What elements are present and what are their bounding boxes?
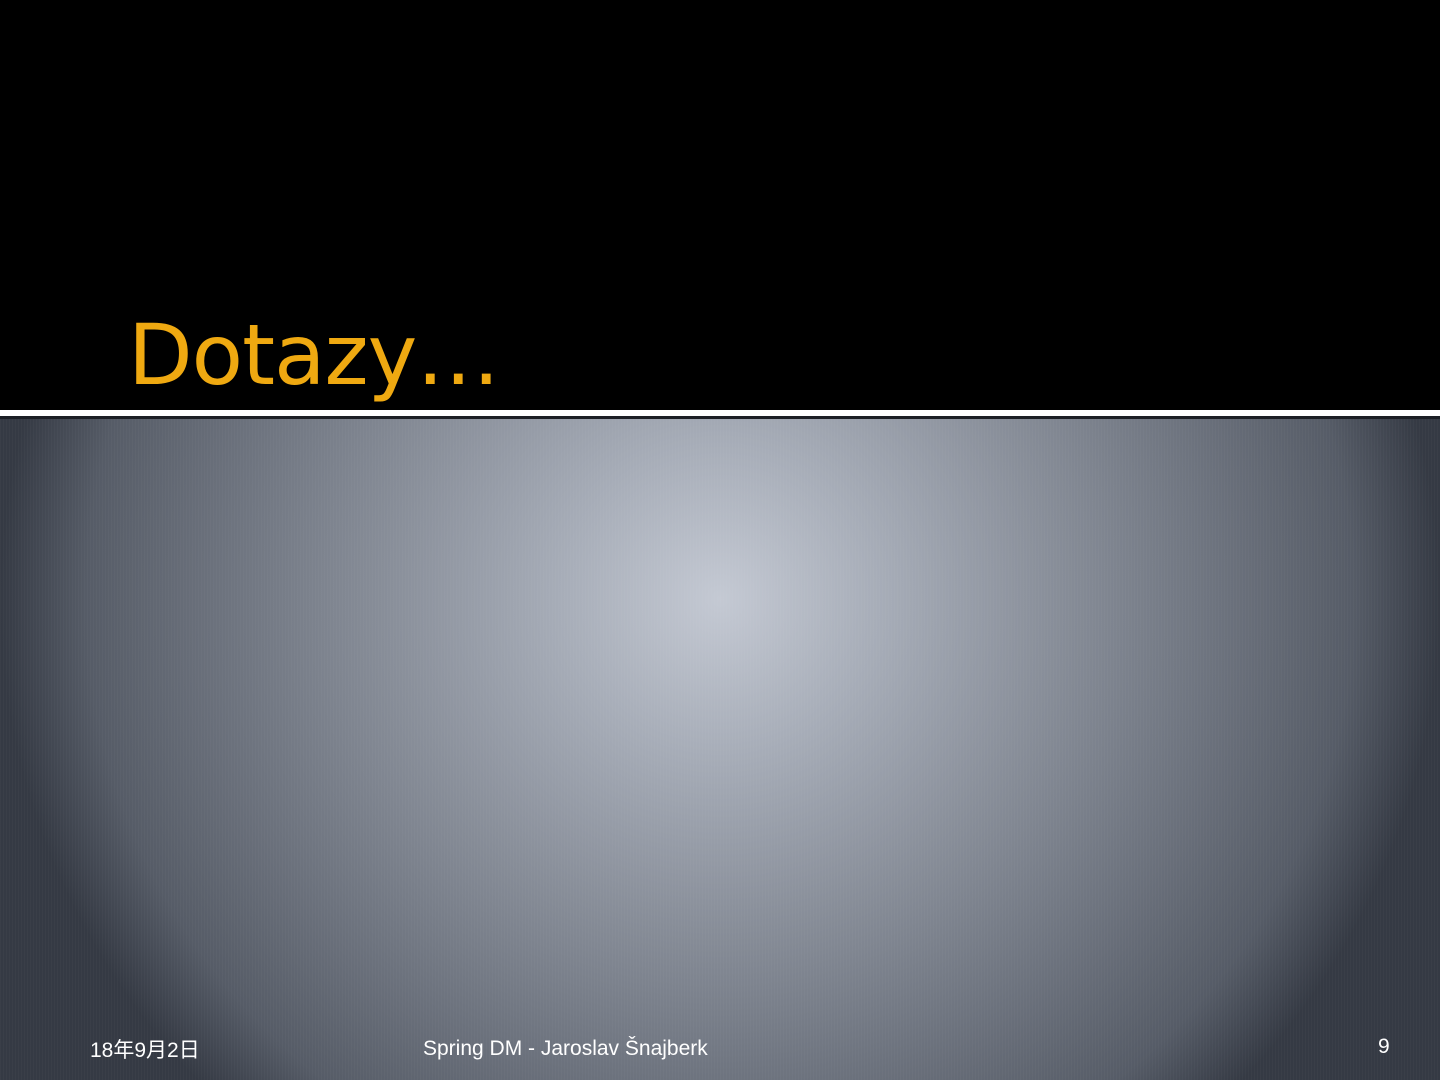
slide-number: 9: [1378, 1035, 1390, 1058]
title-band: Dotazy…: [0, 0, 1440, 410]
footer-date: 18年9月2日: [90, 1039, 200, 1062]
footer-text: Spring DM - Jaroslav Šnajberk: [423, 1037, 708, 1060]
slide-title: Dotazy…: [128, 306, 500, 404]
slide-content-area: [0, 419, 1440, 1080]
slide: Dotazy… 18年9月2日 Spring DM - Jaroslav Šna…: [0, 0, 1440, 1080]
